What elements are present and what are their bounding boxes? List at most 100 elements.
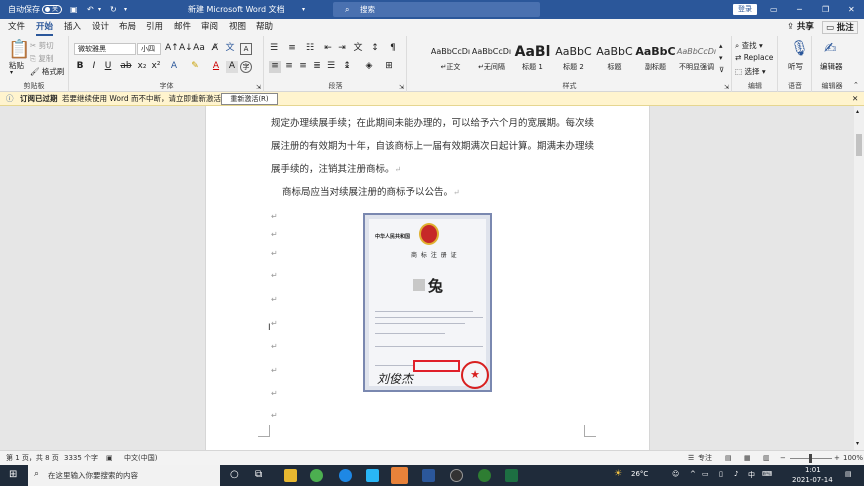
tab-review[interactable]: 审阅 (201, 19, 218, 36)
doc-line[interactable]: 商标局应当对续展注册的商标予以公告。↵ (282, 186, 460, 200)
scroll-down-icon[interactable]: ▾ (856, 440, 859, 447)
zoom-in-icon[interactable]: + (834, 451, 840, 466)
tab-insert[interactable]: 插入 (64, 19, 81, 36)
reactivate-button[interactable]: 重新激活(R) (221, 93, 278, 105)
restore-icon[interactable]: ❐ (822, 0, 829, 19)
app-icon[interactable] (450, 469, 463, 482)
volume-icon[interactable]: ♪ (734, 470, 738, 478)
page-count[interactable]: 第 1 页，共 8 页 (6, 451, 59, 466)
microphone-icon[interactable]: 🎙 (790, 39, 809, 57)
title-dropdown-icon[interactable]: ▾ (302, 0, 305, 19)
collapse-ribbon-icon[interactable]: ⌃ (853, 81, 859, 89)
battery-icon[interactable]: ▯ (719, 470, 723, 478)
clock-time[interactable]: 1:01 (805, 466, 821, 474)
styles-more-icon[interactable]: ⊽ (719, 66, 724, 74)
excel-icon[interactable] (505, 469, 518, 482)
app-icon[interactable] (391, 467, 408, 484)
chrome-icon[interactable] (310, 469, 323, 482)
focus-icon[interactable]: ☰ (688, 451, 694, 466)
clock-date[interactable]: 2021-07-14 (792, 476, 833, 484)
align-left-icon[interactable]: ≡ (269, 61, 281, 73)
editor-icon[interactable]: ✍ (824, 39, 837, 57)
format-painter-button[interactable]: 🖌 格式刷 (30, 66, 64, 77)
undo-icon[interactable]: ↶ (87, 0, 94, 19)
file-explorer-icon[interactable] (284, 469, 297, 482)
task-view-icon[interactable]: ⧉ (255, 469, 262, 480)
wechat-icon[interactable] (478, 469, 491, 482)
phonetic-guide-icon[interactable]: 文 (224, 43, 236, 55)
styles-dialog-launcher-icon[interactable]: ⇲ (724, 84, 729, 91)
zoom-level[interactable]: 100% (843, 451, 863, 466)
word-taskbar-icon[interactable] (422, 469, 435, 482)
copy-button[interactable]: ⎘ 复制 (30, 53, 53, 64)
ime-indicator[interactable]: 中 (748, 470, 755, 480)
paragraph-dialog-launcher-icon[interactable]: ⇲ (399, 84, 404, 91)
doc-line[interactable]: 规定办理续展手续；在此期间未能办理的，可以给予六个月的宽展期。每次续 (271, 117, 594, 131)
tab-view[interactable]: 视图 (229, 19, 246, 36)
styles-scroll-down-icon[interactable]: ▾ (719, 54, 723, 62)
select-button[interactable]: ⬚ 选择 ▾ (735, 66, 766, 77)
windows-start-icon[interactable]: ⊞ (9, 469, 17, 480)
print-layout-icon[interactable]: ▦ (744, 451, 751, 466)
font-name-select[interactable]: 微软雅黑 (74, 43, 136, 55)
font-color-icon[interactable]: A (210, 61, 222, 73)
italic-icon[interactable]: I (88, 61, 100, 73)
font-size-select[interactable]: 小四 (137, 43, 161, 55)
login-button[interactable]: 登录 (733, 4, 757, 15)
numbering-icon[interactable]: ≡ (286, 43, 298, 55)
comments-button[interactable]: ▭ 批注 (822, 21, 858, 34)
shrink-font-icon[interactable]: A↓ (179, 43, 193, 55)
scroll-thumb[interactable] (856, 134, 862, 156)
clear-format-icon[interactable]: A̸ (209, 43, 221, 55)
search-box[interactable]: ⌕ 搜索 (333, 2, 540, 17)
text-effects-icon[interactable]: A (168, 61, 180, 73)
style-heading-1[interactable]: AaBl 标题 1 (512, 42, 553, 82)
undo-dropdown-icon[interactable]: ▾ (98, 0, 101, 19)
proofing-icon[interactable]: ▣ (106, 451, 113, 466)
underline-icon[interactable]: U (102, 61, 114, 73)
style-heading-2[interactable]: AaBbC 标题 2 (553, 42, 594, 82)
cut-button[interactable]: ✂ 剪切 (30, 40, 54, 51)
ribbon-display-icon[interactable]: ▭ (770, 0, 778, 19)
taskbar-search[interactable]: ⌕ 在这里输入你要搜索的内容 (28, 465, 220, 486)
close-icon[interactable]: ✕ (848, 0, 855, 19)
superscript-icon[interactable]: x² (150, 61, 162, 73)
language[interactable]: 中文(中国) (124, 451, 157, 466)
vertical-scrollbar[interactable]: ▴ ▾ (854, 106, 864, 450)
bold-icon[interactable]: B (74, 61, 86, 73)
styles-scroll-up-icon[interactable]: ▴ (719, 42, 723, 50)
strikethrough-icon[interactable]: ab (120, 61, 132, 73)
share-button[interactable]: ⇪ 共享 (787, 19, 814, 36)
show-hidden-icons[interactable]: ^ (690, 470, 696, 478)
zoom-slider-thumb[interactable] (809, 454, 812, 463)
keyboard-icon[interactable]: ⌨ (762, 470, 772, 478)
font-dialog-launcher-icon[interactable]: ⇲ (256, 84, 261, 91)
justify-icon[interactable]: ≣ (311, 61, 323, 73)
style-normal[interactable]: AaBbCcDı ↵正文 (430, 42, 471, 82)
line-spacing-icon[interactable]: ↨ (341, 61, 353, 73)
character-shading-icon[interactable]: A (226, 61, 238, 73)
word-count[interactable]: 3335 个字 (64, 451, 98, 466)
distributed-icon[interactable]: ☰ (325, 61, 337, 73)
chinese-layout-icon[interactable]: 文 (352, 43, 364, 55)
shading-icon[interactable]: ◈ (363, 61, 375, 73)
doc-line[interactable]: 展注册的有效期为十年，自该商标上一届有效期满次日起计算。期满未办理续 (271, 140, 594, 154)
trademark-certificate-image[interactable]: 中华人民共和国 商 标 注 册 证 兔 刘俊杰 ★ (363, 213, 492, 392)
highlight-icon[interactable]: ✎ (189, 61, 201, 73)
find-button[interactable]: ⌕ 查找 ▾ (735, 40, 763, 51)
notifications-icon[interactable]: ▤ (845, 470, 852, 478)
customize-toolbar-icon[interactable]: ▾ (124, 0, 127, 19)
save-icon[interactable]: ▣ (70, 0, 78, 19)
tab-home[interactable]: 开始 (36, 19, 54, 36)
focus-label[interactable]: 专注 (698, 451, 712, 466)
multilevel-list-icon[interactable]: ☷ (304, 43, 316, 55)
weather-temp[interactable]: 26°C (631, 470, 648, 478)
editor-button[interactable]: 编辑器 (820, 61, 843, 72)
minimize-icon[interactable]: ─ (797, 0, 802, 19)
cortana-icon[interactable]: ○ (230, 469, 239, 480)
grow-font-icon[interactable]: A↑ (165, 43, 179, 55)
replace-button[interactable]: ⇄ Replace (735, 53, 773, 62)
scroll-up-icon[interactable]: ▴ (856, 108, 859, 115)
redo-icon[interactable]: ↻ (110, 0, 117, 19)
weather-icon[interactable]: ☀ (614, 469, 622, 479)
